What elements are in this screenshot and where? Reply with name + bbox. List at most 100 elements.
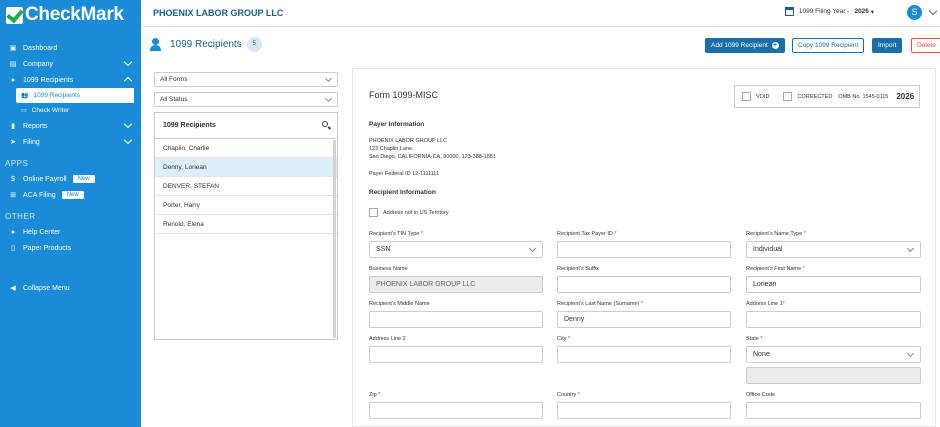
country-label: Country * bbox=[557, 392, 580, 398]
sidebar-item-filing[interactable]: ➤ Filing bbox=[0, 134, 141, 150]
address2-field[interactable] bbox=[369, 346, 543, 363]
chevron-down-icon[interactable] bbox=[928, 6, 938, 16]
label-text: Recipient's Name Type bbox=[746, 231, 803, 237]
user-icon bbox=[150, 38, 161, 51]
scrollbar[interactable] bbox=[333, 140, 336, 338]
sidebar-item-label: Company bbox=[23, 60, 53, 68]
sidebar-item-online-payroll[interactable]: $ Online Payroll New bbox=[0, 171, 141, 187]
payer-info-title: Payer Information bbox=[369, 121, 425, 128]
form-year: 2026 bbox=[896, 92, 915, 101]
suffix-field[interactable] bbox=[557, 276, 731, 293]
payer-line: San Diego, CALIFORNIA-CA, 90000, 123-388… bbox=[369, 154, 496, 160]
import-button[interactable]: Import bbox=[872, 38, 903, 53]
copy-recipient-button[interactable]: Copy 1099 Recipient bbox=[792, 38, 865, 53]
sidebar-item-paper-products[interactable]: ▯ Paper Products bbox=[0, 240, 141, 256]
middle-name-field[interactable] bbox=[369, 311, 543, 328]
form-panel: Form 1099-MISC VOID CORRECTED OMB No. 15… bbox=[352, 68, 936, 427]
send-icon: ➤ bbox=[10, 139, 16, 146]
tin-type-value: SSN bbox=[376, 246, 391, 253]
sidebar-item-help-center[interactable]: ● Help Center bbox=[0, 224, 141, 240]
last-name-field[interactable]: Denny bbox=[557, 311, 731, 328]
sidebar-item-aca-filing[interactable]: ⊞ ACA Filing New bbox=[0, 187, 141, 203]
name-type-value: Individual bbox=[753, 246, 783, 253]
label-text: Address Line 1 bbox=[746, 301, 783, 307]
plus-icon: + bbox=[771, 42, 779, 49]
list-item[interactable]: Chaplin, Charlie bbox=[155, 139, 337, 158]
tax-payer-id-field[interactable] bbox=[557, 241, 731, 258]
first-name-label: Recipient's First Name * bbox=[746, 266, 805, 272]
office-code-field[interactable] bbox=[746, 402, 921, 419]
caret-down-icon: ▾ bbox=[868, 8, 874, 16]
list-item-selected[interactable]: Denny, Loriean bbox=[155, 158, 337, 177]
sidebar-item-label: 1099 Recipients bbox=[23, 76, 74, 84]
list-item[interactable]: Renold, Elena bbox=[155, 215, 337, 234]
status-filter-select[interactable]: All Status bbox=[154, 92, 338, 107]
sidebar-item-company[interactable]: ▤ Company bbox=[0, 56, 141, 72]
corrected-checkbox[interactable] bbox=[783, 92, 793, 101]
sidebar-item-label: Paper Products bbox=[23, 244, 72, 252]
check-icon: ▭ bbox=[21, 108, 27, 114]
sidebar-item-dashboard[interactable]: ▣ Dashboard bbox=[0, 40, 141, 56]
sidebar-item-label: ACA Filing bbox=[23, 191, 56, 199]
tin-type-select[interactable]: SSN bbox=[369, 241, 543, 258]
office-code-label: Office Code bbox=[746, 392, 775, 398]
dashboard-icon: ▣ bbox=[9, 45, 17, 52]
sidebar-subitem-check-writer[interactable]: ▭ Check Writer bbox=[16, 103, 141, 118]
filing-year-value: 2026 bbox=[854, 8, 869, 15]
city-field[interactable] bbox=[557, 346, 731, 363]
address-not-us-checkbox[interactable] bbox=[369, 208, 378, 217]
first-name-field[interactable]: Loriean bbox=[746, 276, 921, 293]
void-corrected-box: VOID CORRECTED OMB No. 1545-0115 2026 bbox=[734, 85, 920, 108]
count-badge: 5 bbox=[246, 37, 262, 52]
add-recipient-button[interactable]: Add 1099 Recipient + bbox=[705, 38, 785, 53]
state-extra-field bbox=[746, 367, 921, 384]
sidebar-subitem-1099-recipients[interactable]: 👥 1099 Recipients bbox=[16, 88, 134, 103]
search-icon[interactable] bbox=[322, 121, 328, 127]
info-icon: ● bbox=[10, 228, 16, 236]
payer-line: PHOENIX LABOR GROUP LLC bbox=[369, 138, 448, 144]
filing-year-selector[interactable]: 1099 Filing Year - 2026 ▾ bbox=[784, 7, 874, 16]
sidebar-subitem-label: 1099 Recipients bbox=[33, 92, 81, 99]
state-label: State * bbox=[746, 336, 763, 342]
collapse-menu-button[interactable]: ◀ Collapse Menu bbox=[0, 280, 141, 296]
label-text: Zip bbox=[369, 392, 377, 398]
page-header: 1099 Recipients 5 Add 1099 Recipient + C… bbox=[141, 27, 940, 67]
city-label: City * bbox=[557, 336, 571, 342]
address1-label: Address Line 1* bbox=[746, 301, 785, 307]
address-not-us-row[interactable]: Address not in US Territory bbox=[369, 208, 449, 217]
chevron-down-icon bbox=[123, 57, 133, 67]
country-field[interactable] bbox=[557, 402, 731, 419]
sidebar-item-label: Reports bbox=[23, 122, 48, 130]
name-type-label: Recipient's Name Type * bbox=[746, 231, 806, 237]
user-icon: ● bbox=[10, 76, 16, 84]
chevron-down-icon bbox=[123, 135, 133, 145]
chevron-down-icon bbox=[324, 74, 333, 83]
forms-filter-select[interactable]: All Forms bbox=[154, 72, 338, 87]
delete-button[interactable]: Delete bbox=[911, 38, 940, 53]
address1-field[interactable] bbox=[746, 311, 921, 328]
users-icon: 👥 bbox=[21, 93, 29, 99]
payer-line: 123 Chaplin Lane, bbox=[369, 146, 414, 152]
new-badge: New bbox=[72, 175, 95, 183]
new-badge: New bbox=[61, 191, 84, 199]
brand-name: CheckMark bbox=[25, 4, 124, 25]
chevron-down-icon bbox=[123, 119, 133, 129]
collapse-icon: ◀ bbox=[10, 285, 16, 292]
chevron-up-icon bbox=[123, 76, 133, 86]
avatar[interactable]: S bbox=[907, 5, 922, 20]
chevron-down-icon bbox=[906, 244, 915, 253]
state-select[interactable]: None bbox=[746, 346, 921, 363]
void-checkbox[interactable] bbox=[742, 92, 751, 101]
list-item[interactable]: Porter, Harry bbox=[155, 196, 337, 215]
zip-field[interactable] bbox=[369, 402, 543, 419]
sidebar-item-label: Filing bbox=[23, 138, 40, 146]
dollar-icon: $ bbox=[11, 175, 15, 183]
sidebar-item-1099-recipients[interactable]: ● 1099 Recipients bbox=[0, 72, 141, 88]
brand-logo[interactable]: CheckMark bbox=[0, 0, 141, 30]
label-text: Recipient's TIN Type bbox=[369, 231, 420, 237]
sidebar-item-reports[interactable]: ▮ Reports bbox=[0, 118, 141, 134]
state-value: None bbox=[753, 351, 770, 358]
name-type-select[interactable]: Individual bbox=[746, 241, 921, 258]
reports-icon: ▮ bbox=[11, 123, 15, 130]
list-item[interactable]: DENVER, STEFAN bbox=[155, 177, 337, 196]
